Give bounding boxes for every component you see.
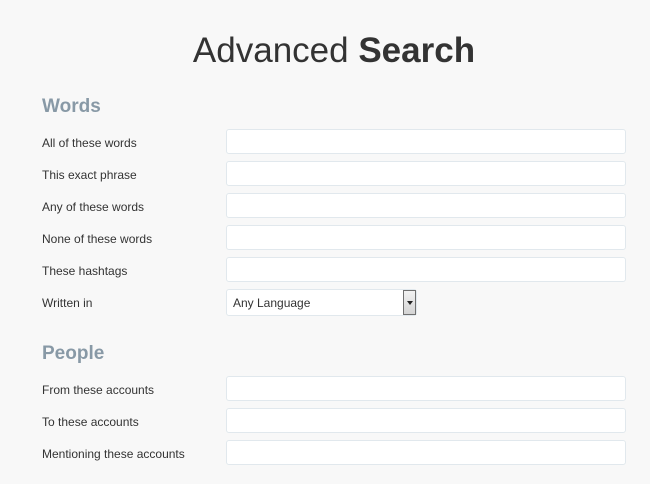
exact-phrase-input[interactable] — [226, 161, 626, 186]
any-words-input[interactable] — [226, 193, 626, 218]
chevron-down-icon — [407, 301, 413, 305]
page-title: Advanced Search — [0, 29, 650, 73]
exact-phrase-label: This exact phrase — [42, 168, 137, 182]
page-title-bold: Search — [358, 31, 476, 70]
people-section-heading: People — [42, 343, 105, 364]
hashtags-label: These hashtags — [42, 264, 128, 278]
words-section-heading: Words — [42, 96, 101, 117]
none-words-input[interactable] — [226, 225, 626, 250]
to-accounts-label: To these accounts — [42, 415, 139, 429]
all-words-input[interactable] — [226, 129, 626, 154]
none-words-label: None of these words — [42, 232, 153, 246]
to-accounts-input[interactable] — [226, 408, 626, 433]
all-words-label: All of these words — [42, 136, 137, 150]
mentioning-accounts-input[interactable] — [226, 440, 626, 465]
language-label: Written in — [42, 296, 93, 310]
language-select-arrow-button[interactable] — [403, 290, 416, 315]
any-words-label: Any of these words — [42, 200, 145, 214]
language-select[interactable]: Any Language — [226, 289, 417, 316]
language-select-value: Any Language — [233, 296, 311, 310]
hashtags-input[interactable] — [226, 257, 626, 282]
from-accounts-label: From these accounts — [42, 383, 155, 397]
mentioning-accounts-label: Mentioning these accounts — [42, 447, 185, 461]
from-accounts-input[interactable] — [226, 376, 626, 401]
page-title-light: Advanced — [192, 31, 349, 70]
